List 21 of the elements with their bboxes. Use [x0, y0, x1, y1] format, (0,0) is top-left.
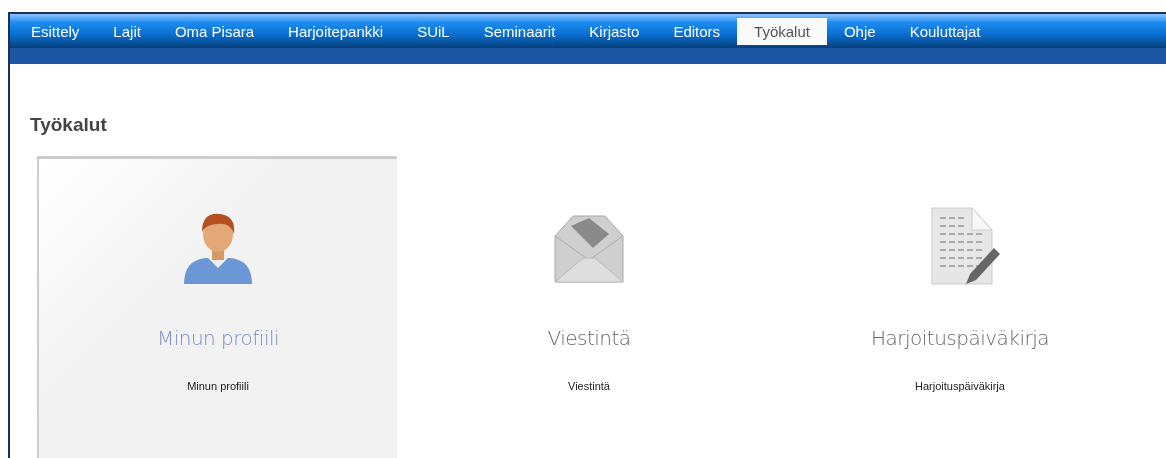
tool-caption: Viestintä	[568, 380, 610, 392]
nav-tab[interactable]: Editors	[656, 14, 738, 48]
nav-tab[interactable]: Ohje	[826, 14, 893, 48]
nav-tab[interactable]: Harjoitepankki	[271, 14, 401, 48]
tool-caption: Harjoituspäiväkirja	[915, 380, 1005, 392]
page-title: Työkalut	[30, 114, 108, 136]
nav-tab[interactable]: Oma Pisara	[157, 14, 272, 48]
nav-tab[interactable]: SUiL	[400, 14, 467, 48]
tool-card[interactable]: Viestintä Viestintä	[408, 156, 768, 458]
nav-tab[interactable]: Seminaarit	[466, 14, 573, 48]
tool-title: Minun profiili	[156, 326, 280, 350]
tool-title: Harjoituspäiväkirja	[870, 326, 1050, 350]
nav-tab[interactable]: Kirjasto	[572, 14, 657, 48]
nav-tab[interactable]: Työkalut	[737, 18, 827, 45]
nav-tab[interactable]: Lajit	[96, 14, 158, 48]
tool-card[interactable]: Harjoituspäiväkirja Harjoituspäiväkirja	[779, 156, 1139, 458]
tool-caption: Minun profiili	[187, 380, 249, 392]
tool-title: Viestintä	[547, 326, 631, 350]
nav-tab[interactable]: Esittely	[14, 14, 97, 48]
tool-card[interactable]: Minun profiili Minun profiili	[37, 156, 397, 458]
nav-tab[interactable]: Kouluttajat	[892, 14, 998, 48]
